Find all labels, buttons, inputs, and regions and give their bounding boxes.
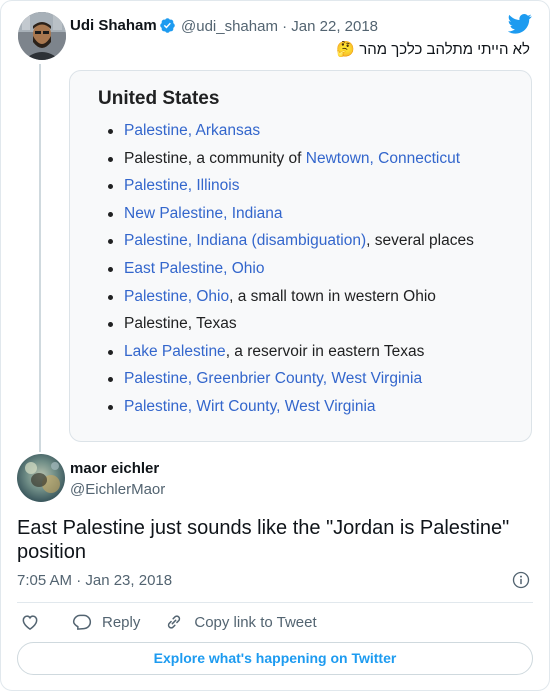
reply-text: East Palestine just sounds like the "Jor…: [17, 517, 510, 563]
reply-author-name[interactable]: maor eichler: [70, 460, 159, 477]
list-item: Palestine, Greenbrier County, West Virgi…: [108, 369, 474, 397]
link-icon: [168, 615, 181, 629]
place-description: , several places: [366, 232, 474, 250]
twitter-bird-icon[interactable]: [508, 14, 532, 34]
place-link[interactable]: New Palestine, Indiana: [124, 205, 283, 222]
list-item: New Palestine, Indiana: [108, 204, 474, 232]
reply-button[interactable]: Reply: [72, 612, 140, 632]
image-heading: United States: [98, 88, 220, 109]
reply-author-handle[interactable]: @EichlerMaor: [70, 481, 165, 498]
reply-timestamp[interactable]: 7:05 AM · Jan 23, 2018: [17, 572, 172, 589]
place-link[interactable]: Palestine, Wirt County, West Virginia: [124, 398, 376, 415]
list-item: Palestine, a community of Newtown, Conne…: [108, 149, 474, 177]
list-item: Palestine, Texas: [108, 314, 474, 342]
embedded-image[interactable]: United States Palestine, Arkansas Palesti…: [69, 70, 532, 442]
verified-badge-icon: [160, 18, 175, 33]
list-item: Palestine, Indiana (disambiguation), sev…: [108, 231, 474, 259]
place-link[interactable]: Palestine, Greenbrier County, West Virgi…: [124, 370, 422, 387]
action-bar: Reply Copy link to Tweet: [17, 611, 317, 633]
like-button[interactable]: [20, 612, 40, 632]
heart-icon: [22, 615, 38, 630]
place-description: , a reservoir in eastern Texas: [225, 342, 425, 360]
place-link[interactable]: Palestine, Ohio: [124, 288, 229, 305]
explore-button[interactable]: Explore what's happening on Twitter: [17, 642, 533, 675]
list-item: Palestine, Wirt County, West Virginia: [108, 397, 474, 425]
reply-avatar[interactable]: [17, 454, 65, 502]
thread-line: [39, 64, 41, 452]
place-link[interactable]: Palestine, Arkansas: [124, 122, 260, 139]
list-item: Lake Palestine, a reservoir in eastern T…: [108, 342, 474, 370]
reply-label: Reply: [102, 613, 141, 631]
place-link[interactable]: Palestine, Indiana (disambiguation): [124, 232, 366, 249]
place-description: , a small town in western Ohio: [229, 287, 436, 305]
place-link[interactable]: Palestine, Illinois: [124, 177, 239, 194]
author-name[interactable]: Udi Shaham: [70, 17, 157, 34]
author-handle-date[interactable]: @udi_shaham · Jan 22, 2018: [181, 18, 378, 35]
list-item: Palestine, Arkansas: [108, 121, 474, 149]
info-icon[interactable]: [512, 571, 530, 589]
list-item: Palestine, Illinois: [108, 176, 474, 204]
list-item: Palestine, Ohio, a small town in western…: [108, 287, 474, 315]
list-item: East Palestine, Ohio: [108, 259, 474, 287]
place-link[interactable]: Palestine, Texas: [124, 315, 237, 332]
place-link[interactable]: East Palestine, Ohio: [124, 260, 264, 277]
avatar[interactable]: [18, 12, 66, 60]
tweet-text: לא הייתי מתלהב כלכך מהר 🤔: [336, 41, 530, 58]
copy-link-label: Copy link to Tweet: [194, 613, 317, 631]
divider: [17, 602, 533, 603]
copy-link-button[interactable]: Copy link to Tweet: [164, 612, 317, 632]
place-link[interactable]: Newtown, Connecticut: [306, 150, 460, 167]
places-list: Palestine, Arkansas Palestine, a communit…: [108, 121, 474, 425]
place-description: Palestine, a community of: [124, 149, 306, 167]
reply-icon: [72, 614, 92, 630]
place-link[interactable]: Lake Palestine: [124, 343, 226, 360]
